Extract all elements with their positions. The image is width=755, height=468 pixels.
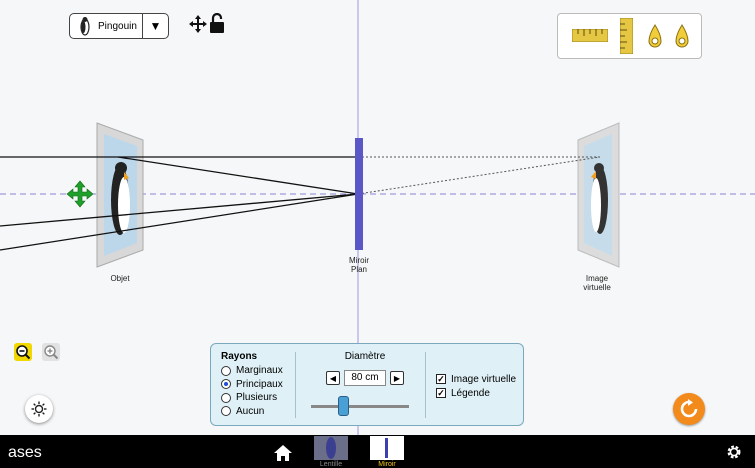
radio-plusieurs[interactable] — [221, 392, 231, 403]
tab-miroir-label: Miroir — [378, 461, 396, 468]
vertical-ruler-icon[interactable] — [620, 18, 633, 54]
toolbox — [557, 13, 702, 59]
reset-button[interactable] — [673, 393, 705, 425]
diameter-group: Diamètre ◀ 80 cm ▶ — [307, 351, 423, 386]
tab-miroir[interactable] — [370, 436, 404, 460]
light-probe-icon-2[interactable] — [675, 24, 689, 48]
rays-title: Rayons — [221, 351, 258, 362]
object-label: Objet — [110, 274, 130, 283]
virtual-image-frame — [577, 122, 620, 268]
zoom-in-button[interactable] — [42, 343, 60, 361]
legend-option[interactable]: ✓ Légende — [436, 386, 516, 400]
ray-option-principaux[interactable]: Principaux — [221, 378, 283, 392]
ray-option-marginaux[interactable]: Marginaux — [221, 364, 283, 378]
display-options: ✓ Image virtuelle ✓ Légende — [436, 372, 516, 400]
image-label-line1: Image — [585, 274, 609, 283]
ray-option-label: Plusieurs — [236, 392, 278, 404]
brightness-button[interactable] — [25, 395, 53, 423]
object-selector-value: Pingouin — [98, 20, 137, 32]
control-panel: Rayons Marginaux Principaux Plusieurs Au… — [210, 343, 524, 426]
decrement-button[interactable]: ◀ — [326, 371, 340, 385]
panel-divider — [295, 352, 296, 418]
navigation-bar: ases Lentille Miroir — [0, 435, 755, 468]
object-selector[interactable]: Pingouin ▼ — [69, 13, 169, 39]
mirror-label-line2: Plan — [350, 265, 367, 274]
radio-principaux[interactable] — [221, 379, 231, 390]
virtual-image-option[interactable]: ✓ Image virtuelle — [436, 372, 516, 386]
diameter-slider-track[interactable] — [311, 405, 409, 408]
diameter-value: 80 cm — [344, 370, 386, 386]
chevron-down-icon[interactable]: ▼ — [142, 14, 168, 38]
reset-icon — [680, 399, 698, 418]
zoom-out-button[interactable] — [14, 343, 32, 361]
radio-marginaux[interactable] — [221, 365, 231, 376]
home-icon[interactable] — [273, 444, 293, 462]
sun-icon — [31, 401, 47, 417]
mirror-icon — [385, 438, 388, 458]
gear-icon[interactable] — [725, 443, 743, 461]
move-icon[interactable] — [189, 15, 207, 33]
ray-reflected — [0, 193, 359, 251]
light-probe-icon[interactable] — [648, 24, 662, 48]
virtual-ray-2 — [357, 156, 601, 195]
plane-mirror[interactable] — [355, 138, 363, 250]
horizontal-ruler-icon[interactable] — [572, 29, 608, 42]
increment-button[interactable]: ▶ — [390, 371, 404, 385]
drag-handle-icon[interactable] — [66, 180, 94, 208]
virtual-image-checkbox[interactable]: ✓ — [436, 374, 446, 384]
ray-option-label: Principaux — [236, 378, 283, 390]
penguin-icon — [80, 17, 90, 36]
lens-icon — [326, 437, 336, 459]
diameter-title: Diamètre — [344, 351, 386, 362]
ray-to-mirror-center — [117, 156, 359, 195]
ray-reflected-2 — [0, 193, 359, 227]
image-label-line2: virtuelle — [583, 283, 611, 292]
zoom-in-icon — [44, 345, 59, 360]
ray-option-aucun[interactable]: Aucun — [221, 405, 283, 419]
ray-option-plusieurs[interactable]: Plusieurs — [221, 391, 283, 405]
tab-lentille-label: Lentille — [319, 461, 343, 468]
legend-label: Légende — [451, 387, 490, 399]
unlock-icon[interactable] — [209, 13, 225, 33]
legend-checkbox[interactable]: ✓ — [436, 388, 446, 398]
ray-option-label: Marginaux — [236, 365, 283, 377]
radio-aucun[interactable] — [221, 406, 231, 417]
diameter-slider-thumb[interactable] — [338, 396, 349, 416]
ray-option-label: Aucun — [236, 405, 265, 417]
rays-group: Rayons Marginaux Principaux Plusieurs Au… — [221, 351, 283, 418]
app-title: ases — [8, 444, 42, 461]
tab-lentille[interactable] — [314, 436, 348, 460]
panel-divider-2 — [425, 352, 426, 418]
virtual-image-label: Image virtuelle — [451, 373, 517, 385]
object-frame[interactable] — [96, 122, 144, 268]
mirror-label-line1: Miroir — [349, 256, 369, 265]
zoom-out-icon — [16, 345, 31, 360]
